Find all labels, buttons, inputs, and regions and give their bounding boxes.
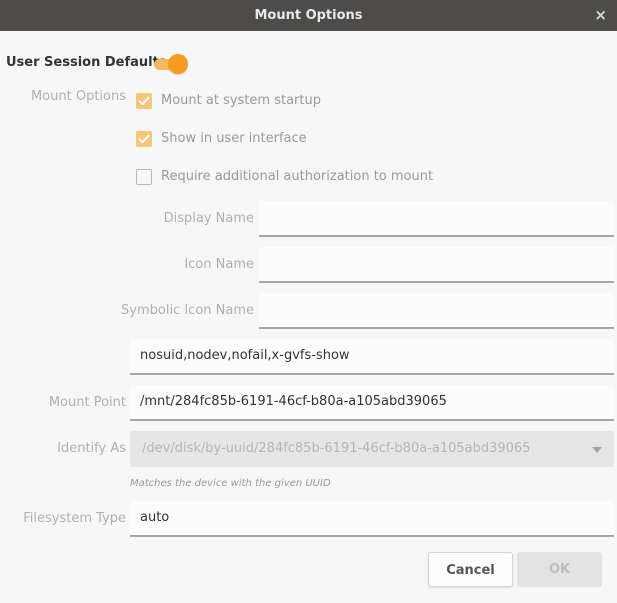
symbolic-icon-name-label: Symbolic Icon Name	[121, 303, 254, 318]
ok-button[interactable]: OK	[517, 552, 602, 587]
section-title: User Session Defaults	[6, 55, 167, 70]
mount-options-field[interactable]: nosuid,nodev,nofail,x-gvfs-show	[130, 339, 614, 375]
mount-point-value: /mnt/284fc85b-6191-46cf-b80a-a105abd3906…	[140, 394, 447, 409]
checkbox-label: Require additional authorization to moun…	[161, 169, 434, 184]
identify-as-value: /dev/disk/by-uuid/284fc85b-6191-46cf-b80…	[142, 441, 531, 456]
user-session-defaults-toggle[interactable]	[152, 54, 188, 74]
identify-as-hint: Matches the device with the given UUID	[130, 478, 331, 489]
identify-as-combo[interactable]: /dev/disk/by-uuid/284fc85b-6191-46cf-b80…	[130, 431, 614, 467]
filesystem-type-label: Filesystem Type	[23, 511, 126, 526]
display-name-field[interactable]	[259, 201, 614, 237]
mount-options-label: Mount Options	[30, 89, 126, 104]
filesystem-type-value: auto	[140, 510, 170, 525]
identify-as-label: Identify As	[57, 441, 126, 456]
icon-name-label: Icon Name	[184, 257, 254, 272]
checkbox-unchecked-icon[interactable]	[136, 169, 152, 185]
title-bar: Mount Options ×	[0, 0, 617, 31]
checkbox-label: Show in user interface	[161, 131, 307, 146]
mount-options-value: nosuid,nodev,nofail,x-gvfs-show	[140, 348, 350, 363]
display-name-label: Display Name	[163, 211, 254, 226]
close-icon[interactable]: ×	[594, 0, 607, 31]
checkbox-label: Mount at system startup	[161, 93, 321, 108]
mount-point-field[interactable]: /mnt/284fc85b-6191-46cf-b80a-a105abd3906…	[130, 385, 614, 421]
cancel-button[interactable]: Cancel	[428, 552, 513, 587]
filesystem-type-field[interactable]: auto	[130, 501, 614, 537]
icon-name-field[interactable]	[259, 247, 614, 283]
window-title: Mount Options	[254, 8, 363, 23]
mount-point-label: Mount Point	[48, 395, 126, 410]
checkbox-checked-icon[interactable]	[136, 131, 152, 147]
symbolic-icon-name-field[interactable]	[259, 293, 614, 329]
chevron-down-icon	[592, 447, 602, 453]
checkbox-checked-icon[interactable]	[136, 93, 152, 109]
toggle-knob	[168, 54, 188, 74]
